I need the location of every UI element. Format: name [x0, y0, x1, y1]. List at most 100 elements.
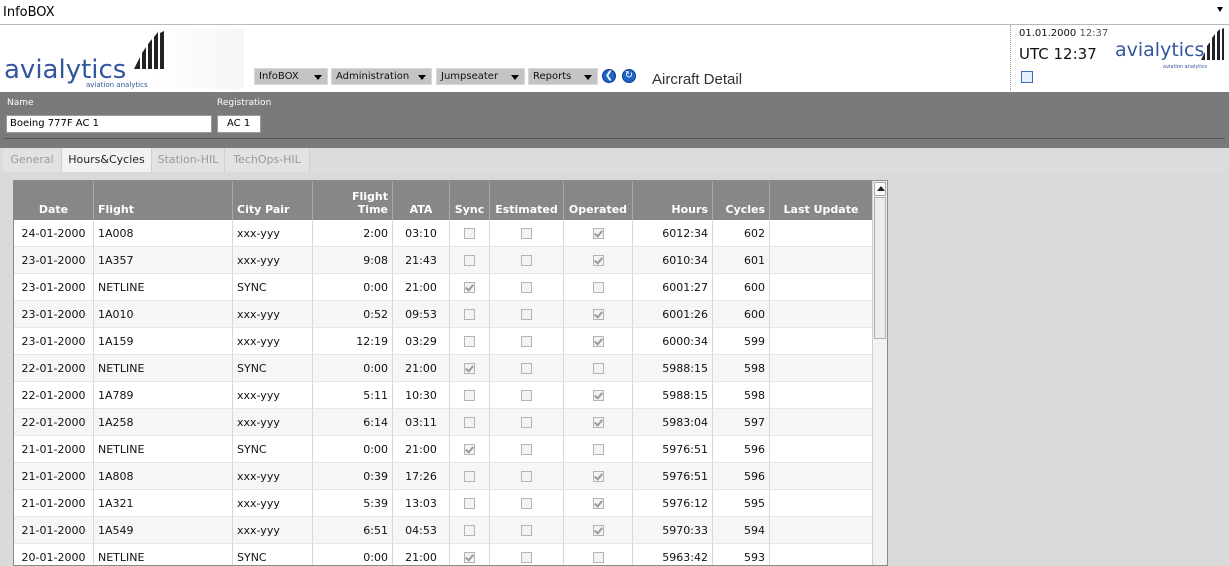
col-last-update[interactable]: Last Update — [769, 181, 873, 220]
operated-checkbox[interactable] — [592, 525, 604, 536]
sync-checkbox[interactable] — [464, 498, 475, 509]
menu-infobox[interactable]: InfoBOX — [254, 68, 328, 85]
scroll-up-icon[interactable] — [874, 182, 886, 196]
col-ata[interactable]: ATA — [392, 181, 450, 220]
table-row[interactable]: 23-01-2000 1A357 xxx-yyy 9:08 21:43 6010:34 60… — [14, 246, 873, 274]
cell-estimated — [489, 354, 564, 382]
cell-cycles: 600 — [712, 273, 770, 301]
sync-checkbox[interactable] — [464, 228, 475, 239]
col-date[interactable]: Date — [14, 181, 94, 220]
registration-field[interactable]: AC 1 — [217, 115, 261, 133]
sync-checkbox[interactable] — [464, 255, 475, 266]
tab-techops-hil[interactable]: TechOps-HIL — [225, 148, 310, 172]
estimated-checkbox[interactable] — [521, 498, 532, 509]
page-title: Aircraft Detail — [652, 71, 743, 88]
cell-ata: 17:26 — [392, 462, 450, 490]
operated-checkbox[interactable] — [592, 282, 604, 293]
cell-date: 22-01-2000 — [14, 354, 94, 382]
current-time: 12:37 — [1079, 28, 1109, 39]
operated-checkbox[interactable] — [592, 255, 604, 266]
cell-date: 23-01-2000 — [14, 246, 94, 274]
cell-last-update — [769, 246, 873, 274]
sync-checkbox[interactable] — [464, 363, 475, 374]
sync-checkbox[interactable] — [464, 390, 475, 401]
edit-icon[interactable] — [1021, 71, 1033, 83]
tab-station-hil[interactable]: Station-HIL — [152, 148, 225, 172]
col-operated[interactable]: Operated — [563, 181, 633, 220]
table-row[interactable]: 22-01-2000 1A258 xxx-yyy 6:14 03:11 5983:04 59… — [14, 408, 873, 436]
estimated-checkbox[interactable] — [521, 471, 532, 482]
sync-checkbox[interactable] — [464, 525, 475, 536]
refresh-icon[interactable]: ↻ — [622, 69, 636, 83]
table-row[interactable]: 23-01-2000 1A159 xxx-yyy 12:19 03:29 6000:34 5… — [14, 327, 873, 355]
estimated-checkbox[interactable] — [521, 552, 532, 563]
cell-hours: 6010:34 — [632, 246, 713, 274]
table-row[interactable]: 22-01-2000 NETLINE SYNC 0:00 21:00 5988:15 598 — [14, 354, 873, 382]
col-city-pair[interactable]: City Pair — [232, 181, 313, 220]
operated-checkbox[interactable] — [592, 498, 604, 509]
operated-checkbox[interactable] — [592, 309, 604, 320]
estimated-checkbox[interactable] — [521, 363, 532, 374]
estimated-checkbox[interactable] — [521, 255, 532, 266]
cell-sync — [449, 273, 490, 301]
operated-checkbox[interactable] — [592, 228, 604, 239]
operated-checkbox[interactable] — [592, 552, 604, 563]
estimated-checkbox[interactable] — [521, 282, 532, 293]
table-row[interactable]: 23-01-2000 1A010 xxx-yyy 0:52 09:53 6001:26 60… — [14, 300, 873, 328]
operated-checkbox[interactable] — [592, 363, 604, 374]
sync-checkbox[interactable] — [464, 309, 475, 320]
estimated-checkbox[interactable] — [521, 417, 532, 428]
table-row[interactable]: 22-01-2000 1A789 xxx-yyy 5:11 10:30 5988:15 59… — [14, 381, 873, 409]
table-row[interactable]: 24-01-2000 1A008 xxx-yyy 2:00 03:10 6012:34 60… — [14, 220, 873, 247]
col-hours[interactable]: Hours — [632, 181, 713, 220]
estimated-checkbox[interactable] — [521, 336, 532, 347]
sync-checkbox[interactable] — [464, 417, 475, 428]
cell-city-pair: xxx-yyy — [232, 489, 313, 517]
cell-estimated — [489, 246, 564, 274]
cell-date: 23-01-2000 — [14, 327, 94, 355]
back-arrow-icon[interactable]: ❮ — [602, 69, 616, 83]
sync-checkbox[interactable] — [464, 282, 475, 293]
sync-checkbox[interactable] — [464, 552, 475, 563]
name-label: Name — [7, 98, 34, 108]
sync-checkbox[interactable] — [464, 444, 475, 455]
window-menu-dropdown-icon[interactable] — [1217, 7, 1223, 12]
tab-general[interactable]: General — [3, 148, 62, 172]
estimated-checkbox[interactable] — [521, 228, 532, 239]
table-row[interactable]: 21-01-2000 NETLINE SYNC 0:00 21:00 5976:51 596 — [14, 435, 873, 463]
estimated-checkbox[interactable] — [521, 444, 532, 455]
estimated-checkbox[interactable] — [521, 390, 532, 401]
avialytics-logo[interactable]: avialytics aviation analytics — [4, 29, 244, 89]
operated-checkbox[interactable] — [592, 336, 604, 347]
estimated-checkbox[interactable] — [521, 309, 532, 320]
col-flight-time[interactable]: Flight Time — [312, 181, 393, 220]
vertical-scrollbar[interactable] — [872, 181, 887, 565]
menu-administration[interactable]: Administration — [331, 68, 432, 85]
operated-checkbox[interactable] — [592, 390, 604, 401]
sync-checkbox[interactable] — [464, 336, 475, 347]
col-estimated[interactable]: Estimated — [489, 181, 564, 220]
cell-operated — [563, 381, 633, 409]
menu-jumpseater[interactable]: Jumpseater — [436, 68, 525, 85]
operated-checkbox[interactable] — [592, 444, 604, 455]
estimated-checkbox[interactable] — [521, 525, 532, 536]
operated-checkbox[interactable] — [592, 417, 604, 428]
cell-operated — [563, 408, 633, 436]
scrollbar-thumb[interactable] — [874, 197, 886, 339]
cell-operated — [563, 220, 633, 247]
col-cycles[interactable]: Cycles — [712, 181, 770, 220]
tab-hours-cycles[interactable]: Hours&Cycles — [62, 148, 152, 172]
table-row[interactable]: 23-01-2000 NETLINE SYNC 0:00 21:00 6001:27 600 — [14, 273, 873, 301]
name-field[interactable]: Boeing 777F AC 1 — [6, 115, 212, 133]
operated-checkbox[interactable] — [592, 471, 604, 482]
cell-hours: 5963:42 — [632, 543, 713, 565]
col-flight[interactable]: Flight — [93, 181, 233, 220]
menu-reports[interactable]: Reports — [528, 68, 598, 85]
sync-checkbox[interactable] — [464, 471, 475, 482]
table-row[interactable]: 20-01-2000 NETLINE SYNC 0:00 21:00 5963:42 593 — [14, 543, 873, 565]
cell-operated — [563, 327, 633, 355]
col-sync[interactable]: Sync — [449, 181, 490, 220]
table-row[interactable]: 21-01-2000 1A549 xxx-yyy 6:51 04:53 5970:33 59… — [14, 516, 873, 544]
table-row[interactable]: 21-01-2000 1A808 xxx-yyy 0:39 17:26 5976:51 59… — [14, 462, 873, 490]
table-row[interactable]: 21-01-2000 1A321 xxx-yyy 5:39 13:03 5976:12 59… — [14, 489, 873, 517]
